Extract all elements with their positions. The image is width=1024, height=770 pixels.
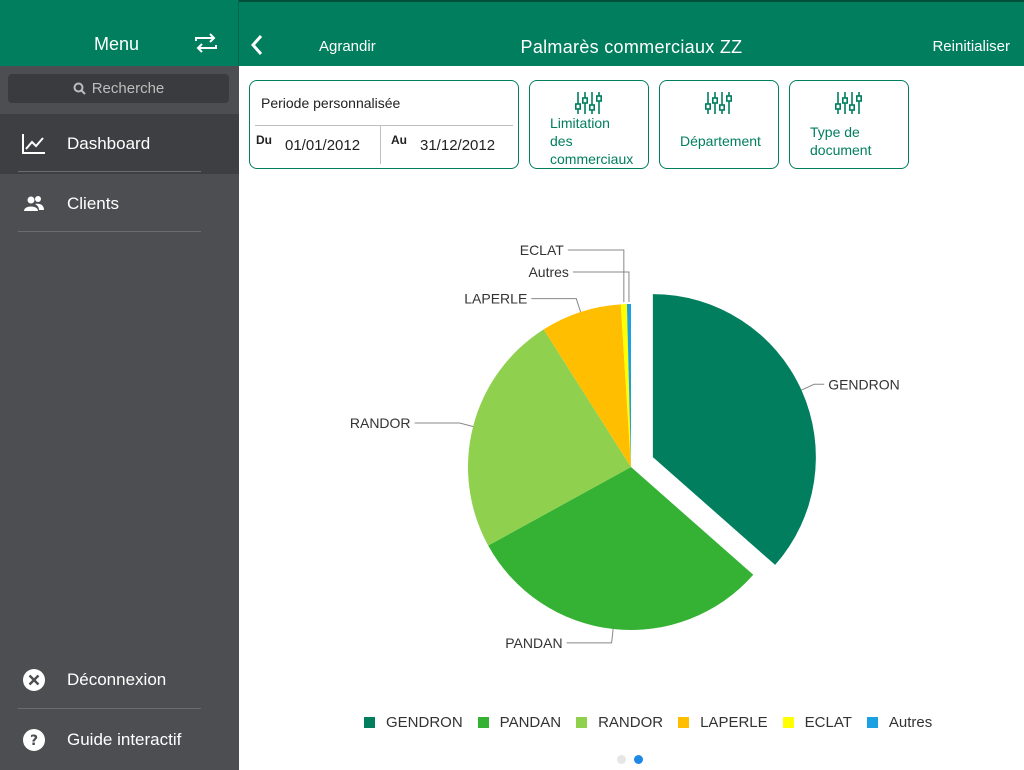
chart-legend: GENDRON PANDAN RANDOR LAPERLE ECLAT Autres	[239, 710, 1024, 734]
legend-label: RANDOR	[598, 714, 664, 731]
slice-label: LAPERLE	[464, 291, 527, 307]
legend-label: Autres	[888, 714, 933, 731]
search-input[interactable]: Recherche	[8, 74, 229, 103]
help-circle-icon: ?	[22, 728, 46, 752]
divider	[255, 125, 513, 126]
sliders-icon	[835, 92, 862, 114]
sidebar-item-label: Déconnexion	[67, 670, 167, 689]
sidebar-item-dashboard[interactable]: Dashboard	[0, 114, 239, 174]
users-icon	[22, 192, 46, 216]
filter-label: Type de	[810, 124, 860, 140]
leader-line	[801, 383, 825, 391]
legend-item[interactable]: PANDAN	[477, 714, 562, 731]
page-title: Palmarès commerciaux ZZ	[520, 37, 743, 57]
pie-chart: GENDRON PANDAN RANDOR LAPERLE ECLAT Autres	[350, 242, 900, 651]
leader-line	[531, 298, 582, 313]
from-label: Du	[256, 133, 272, 147]
period-filter[interactable]: Periode personnalisée Du 01/01/2012 Au 3…	[249, 80, 519, 169]
sidebar-item-clients[interactable]: Clients	[0, 174, 239, 234]
legend-item[interactable]: RANDOR	[576, 714, 663, 731]
sidebar-item-label: Dashboard	[67, 134, 151, 153]
legend-item[interactable]: ECLAT	[782, 714, 852, 731]
filter-label: Limitation	[550, 115, 610, 131]
swap-icon[interactable]	[193, 31, 219, 55]
legend-swatch	[866, 717, 878, 728]
legend-label: GENDRON	[386, 714, 463, 731]
legend-swatch	[364, 717, 375, 728]
leader-line	[414, 422, 474, 427]
divider	[18, 708, 201, 709]
legend-swatch	[678, 717, 690, 728]
filter-document-type-button[interactable]: Type de document	[789, 80, 909, 169]
sidebar-item-logout[interactable]: Déconnexion	[0, 650, 239, 710]
menu-title: Menu	[94, 34, 140, 54]
sidebar-item-label: Guide interactif	[67, 730, 182, 749]
filter-department-button[interactable]: Département	[659, 80, 779, 169]
sidebar-header: Menu	[0, 0, 239, 66]
page-dot-active[interactable]	[634, 755, 643, 764]
filter-label: document	[810, 142, 872, 158]
sidebar-item-guide[interactable]: ? Guide interactif	[0, 710, 239, 770]
header-bar: Agrandir Palmarès commerciaux ZZ Reiniti…	[239, 0, 1024, 66]
divider	[380, 126, 381, 164]
to-date-field[interactable]: 31/12/2012	[420, 137, 495, 154]
filter-label: des	[550, 133, 573, 149]
svg-text:?: ?	[30, 733, 38, 749]
slice-label: RANDOR	[350, 415, 411, 431]
chart-line-icon	[22, 132, 46, 156]
sliders-icon	[705, 92, 732, 114]
filter-sales-limit-button[interactable]: Limitation des commerciaux	[529, 80, 649, 169]
reset-button[interactable]: Reinitialiser	[932, 38, 1010, 55]
legend-swatch	[477, 717, 489, 728]
slice-label: ECLAT	[520, 242, 565, 258]
slice-label: PANDAN	[505, 635, 562, 651]
leader-line	[572, 271, 630, 303]
legend-label: PANDAN	[499, 714, 562, 731]
legend-item[interactable]: Autres	[866, 714, 933, 731]
period-title: Periode personnalisée	[261, 95, 401, 111]
from-date-field[interactable]: 01/01/2012	[285, 137, 360, 154]
leader-line	[566, 628, 614, 644]
search-icon	[73, 82, 86, 95]
legend-label: LAPERLE	[700, 714, 768, 731]
leader-line	[567, 249, 625, 303]
sidebar-item-label: Clients	[67, 194, 119, 213]
sliders-icon	[575, 92, 602, 114]
legend-item[interactable]: LAPERLE	[678, 714, 768, 731]
page-dot[interactable]	[617, 755, 626, 764]
slice-label: Autres	[528, 264, 568, 280]
divider	[18, 171, 201, 172]
legend-label: ECLAT	[804, 714, 852, 731]
search-placeholder: Recherche	[91, 80, 165, 97]
slice-label: GENDRON	[828, 376, 900, 392]
filter-label: Département	[680, 133, 761, 149]
page-indicator	[617, 755, 651, 764]
legend-item[interactable]: GENDRON	[364, 714, 463, 731]
to-label: Au	[391, 133, 407, 147]
legend-swatch	[576, 717, 588, 728]
filter-label: commerciaux	[550, 151, 634, 167]
legend-swatch	[782, 717, 794, 728]
close-circle-icon	[22, 668, 46, 692]
divider	[18, 231, 201, 232]
sidebar: Menu Recherche Dashboard Clients Déconne…	[0, 0, 239, 770]
